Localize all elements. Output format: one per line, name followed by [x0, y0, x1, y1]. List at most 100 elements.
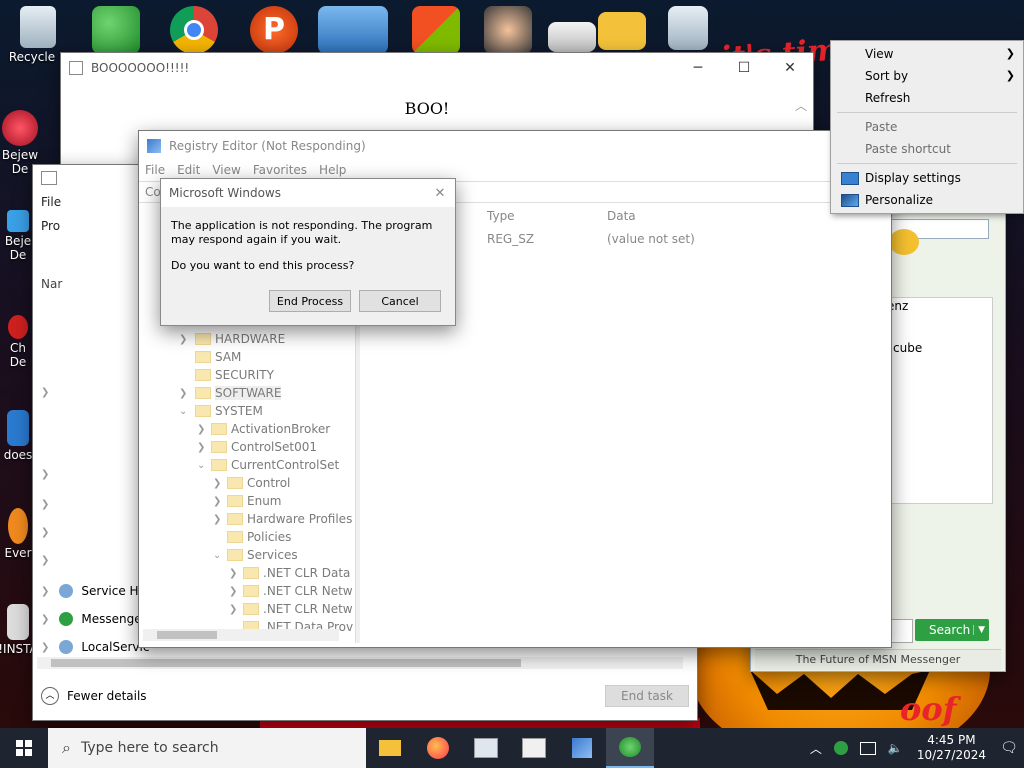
tree-item-netclr-netw-1[interactable]: .NET CLR Netw — [243, 582, 353, 600]
tree-item-controlset001[interactable]: ControlSet001 — [211, 438, 317, 456]
tree-item-currentcontrolset[interactable]: CurrentControlSet — [211, 456, 339, 474]
tree-item-security[interactable]: SECURITY — [195, 366, 274, 384]
column-data[interactable]: Data — [607, 209, 636, 223]
network-icon[interactable] — [859, 741, 876, 755]
menu-item-refresh[interactable]: Refresh — [831, 87, 1023, 109]
chrome-icon[interactable] — [170, 6, 218, 54]
expand-icon[interactable]: ❯ — [41, 387, 49, 398]
menu-item-personalize[interactable]: Personalize — [831, 189, 1023, 211]
tree-item-hardware-profiles[interactable]: Hardware Profiles — [227, 510, 352, 528]
collapse-icon[interactable]: ⌄ — [197, 460, 205, 471]
task-manager-taskbar-icon[interactable] — [462, 728, 510, 768]
tree-item-label: .NET CLR Data — [263, 566, 351, 580]
expand-icon[interactable]: ❯ — [213, 478, 221, 489]
menu-item-label: Sort by — [865, 69, 909, 83]
boo-text: BOO! — [404, 99, 450, 118]
collapse-icon[interactable]: ⌄ — [179, 406, 187, 417]
value-data: (value not set) — [607, 232, 695, 246]
menu-item-label: View — [865, 47, 894, 61]
close-button[interactable]: ✕ — [767, 53, 813, 83]
scroll-up-icon[interactable]: ︿ — [795, 97, 807, 114]
menu-file[interactable]: File — [41, 195, 61, 209]
messenger-search-button[interactable]: Search ▼ — [915, 619, 989, 641]
clock[interactable]: 4:45 PM 10/27/2024 — [909, 733, 994, 763]
recycle-icon[interactable] — [668, 6, 708, 50]
notifications-icon[interactable]: 🗨 — [994, 740, 1024, 756]
expand-icon[interactable]: ❯ — [197, 424, 205, 435]
expand-icon[interactable]: ❯ — [213, 496, 221, 507]
process-name: Messenge — [81, 612, 142, 626]
chevron-down-icon: ▼ — [973, 625, 989, 635]
tree-scrollbar[interactable] — [143, 629, 339, 641]
computers-icon[interactable] — [318, 6, 388, 54]
menu-item-view[interactable]: View ❯ — [831, 43, 1023, 65]
tree-item-control[interactable]: Control — [227, 474, 290, 492]
ninja-icon[interactable] — [484, 6, 532, 54]
folder-icon[interactable] — [598, 12, 646, 50]
chevron-up-icon[interactable]: ︿ — [804, 740, 828, 757]
file-explorer-taskbar-icon[interactable] — [366, 728, 414, 768]
tab-processes[interactable]: Pro — [41, 219, 60, 233]
collapse-icon[interactable]: ⌄ — [213, 550, 221, 561]
tree-item-policies[interactable]: Policies — [227, 528, 291, 546]
tree-item-hardware[interactable]: HARDWARE — [195, 330, 285, 348]
expand-icon[interactable]: ❯ — [229, 568, 237, 579]
display-icon — [841, 172, 859, 185]
menu-item-display-settings[interactable]: Display settings — [831, 167, 1023, 189]
windows-store-icon[interactable] — [412, 6, 460, 54]
tree-item-sam[interactable]: SAM — [195, 348, 241, 366]
dialog-question: Do you want to end this process? — [171, 259, 355, 272]
column-name[interactable]: Nar — [41, 277, 62, 291]
start-button[interactable] — [0, 728, 48, 768]
expand-icon[interactable]: ❯ — [41, 469, 49, 480]
expand-icon[interactable]: ❯ — [41, 642, 49, 653]
tree-item-enum[interactable]: Enum — [227, 492, 281, 510]
expand-icon[interactable]: ❯ — [41, 527, 49, 538]
maximize-button[interactable]: ☐ — [721, 53, 767, 83]
tree-item-netclr-data[interactable]: .NET CLR Data — [243, 564, 350, 582]
not-responding-dialog[interactable]: Microsoft Windows ✕ The application is n… — [160, 178, 456, 326]
volume-icon[interactable]: 🔈 — [882, 741, 909, 755]
expand-icon[interactable]: ❯ — [41, 555, 49, 566]
tree-item-services[interactable]: Services — [227, 546, 298, 564]
firefox-taskbar-icon[interactable] — [414, 728, 462, 768]
app-window-taskbar-icon[interactable] — [510, 728, 558, 768]
taskbar: ⌕ Type here to search ︿ 🔈 4:45 PM 10/27/… — [0, 728, 1024, 768]
end-task-button[interactable]: End task — [605, 685, 689, 707]
menu-item-paste[interactable]: Paste — [831, 116, 1023, 138]
messenger-tray-icon[interactable] — [833, 741, 848, 755]
expand-icon[interactable]: ❯ — [213, 514, 221, 525]
expand-icon[interactable]: ❯ — [229, 586, 237, 597]
expand-icon[interactable]: ❯ — [179, 388, 187, 399]
messenger-search-input[interactable] — [891, 619, 913, 643]
expand-icon[interactable]: ❯ — [41, 586, 49, 597]
close-icon[interactable]: ✕ — [425, 186, 455, 201]
minimize-button[interactable]: ─ — [675, 53, 721, 83]
expand-icon[interactable]: ❯ — [41, 614, 49, 625]
search-icon: ⌕ — [62, 738, 71, 757]
expand-icon[interactable]: ❯ — [197, 442, 205, 453]
fewer-details-button[interactable]: ︿ Fewer details — [41, 687, 147, 705]
column-type[interactable]: Type — [487, 209, 515, 223]
menu-item-sort-by[interactable]: Sort by ❯ — [831, 65, 1023, 87]
messenger-taskbar-icon[interactable] — [606, 728, 654, 768]
menu-item-paste-shortcut[interactable]: Paste shortcut — [831, 138, 1023, 160]
tree-item-software[interactable]: SOFTWARE — [195, 384, 282, 402]
end-process-button[interactable]: End Process — [269, 290, 351, 312]
drive-icon[interactable] — [548, 22, 596, 52]
expand-icon[interactable]: ❯ — [179, 334, 187, 345]
horizontal-scrollbar[interactable] — [37, 657, 683, 669]
boo-titlebar: BOOOOOOO!!!!! ─ ☐ ✕ — [61, 53, 813, 83]
tree-item-netclr-netw-2[interactable]: .NET CLR Netw — [243, 600, 353, 618]
process-name: Service Ho — [81, 584, 146, 598]
cancel-button[interactable]: Cancel — [359, 290, 441, 312]
expand-icon[interactable]: ❯ — [41, 499, 49, 510]
messenger-footer: The Future of MSN Messenger — [755, 649, 1001, 670]
tree-item-system[interactable]: SYSTEM — [195, 402, 263, 420]
registry-taskbar-icon[interactable] — [558, 728, 606, 768]
tree-item-activationbroker[interactable]: ActivationBroker — [211, 420, 330, 438]
people-icon[interactable] — [92, 6, 140, 54]
p-app-icon[interactable]: P — [250, 6, 298, 54]
expand-icon[interactable]: ❯ — [229, 604, 237, 615]
taskbar-search[interactable]: ⌕ Type here to search — [48, 728, 366, 768]
